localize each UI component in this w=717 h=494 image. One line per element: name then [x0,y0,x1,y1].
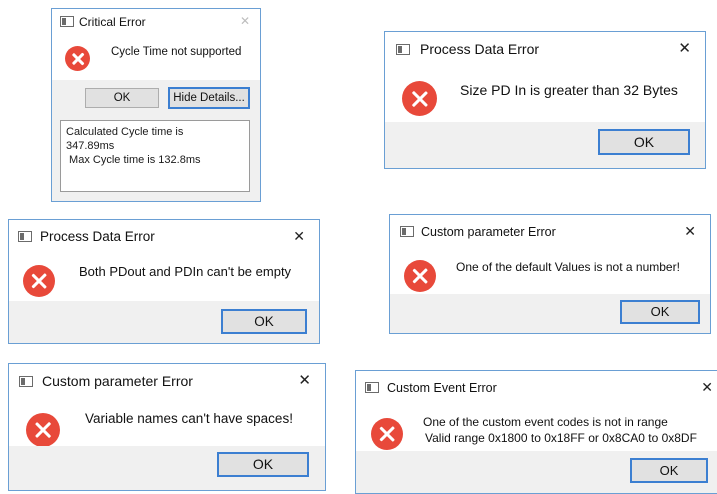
close-icon[interactable]: ✕ [298,373,311,388]
error-message-line-2: Valid range 0x1800 to 0x18FF or 0x8CA0 t… [425,431,697,445]
details-line: Max Cycle time is 132.8ms [66,154,201,166]
close-icon[interactable]: ✕ [240,15,250,27]
error-icon [26,413,60,447]
process-data-error-dialog: Process Data Error ✕ Both PDout and PDIn… [8,219,320,344]
title-bar: Critical Error ✕ [52,9,260,35]
close-icon[interactable]: ✕ [678,41,691,56]
error-message: Cycle Time not supported [111,46,242,58]
error-message: One of the default Values is not a numbe… [456,260,680,274]
critical-error-dialog: Critical Error ✕ Cycle Time not supporte… [51,8,261,202]
message-area: Size PD In is greater than 32 Bytes [385,66,705,124]
error-message: Both PDout and PDIn can't be empty [79,264,292,279]
ok-button[interactable]: OK [221,309,307,334]
ok-button[interactable]: OK [598,129,690,155]
custom-event-error-dialog: Custom Event Error ✕ One of the custom e… [355,370,717,494]
title-bar: Custom parameter Error ✕ [9,364,325,398]
dialog-title: Process Data Error [40,229,155,244]
custom-parameter-error-dialog: Custom parameter Error ✕ One of the defa… [389,214,711,334]
message-area: One of the custom event codes is not in … [356,404,717,451]
error-icon [23,265,55,297]
app-icon [396,44,410,55]
button-bar: OK [385,122,705,168]
ok-button[interactable]: OK [85,88,159,108]
message-area: One of the default Values is not a numbe… [390,248,710,296]
close-icon[interactable]: ✕ [701,380,713,394]
message-area: Both PDout and PDIn can't be empty [9,253,319,303]
process-data-error-dialog: Process Data Error ✕ Size PD In is great… [384,31,706,169]
details-line: 347.89ms [66,140,115,152]
button-bar: OK [390,294,710,333]
ok-button[interactable]: OK [620,300,700,324]
title-bar: Process Data Error ✕ [385,32,705,66]
dialog-title: Critical Error [79,15,146,29]
close-icon[interactable]: ✕ [293,229,305,243]
ok-button[interactable]: OK [217,452,309,477]
title-bar: Process Data Error ✕ [9,220,319,253]
title-bar: Custom parameter Error ✕ [390,215,710,248]
dialog-title: Process Data Error [420,41,540,57]
app-icon [365,382,379,393]
error-icon [402,81,437,116]
error-icon [65,46,90,71]
app-icon [19,376,33,387]
dialog-title: Custom parameter Error [421,225,556,239]
hide-details-button[interactable]: Hide Details... [168,87,250,109]
message-area: Cycle Time not supported [52,35,260,80]
button-bar: OK [9,301,319,343]
dialog-title: Custom parameter Error [42,373,193,389]
ok-button[interactable]: OK [630,458,708,483]
app-icon [400,226,414,237]
app-icon [18,231,32,242]
app-icon [60,16,74,27]
details-textbox[interactable]: Calculated Cycle time is 347.89ms Max Cy… [60,120,250,192]
button-bar: OK [9,446,325,490]
dialog-title: Custom Event Error [387,381,497,395]
error-icon [404,260,436,292]
close-icon[interactable]: ✕ [684,224,696,238]
error-message-line-1: One of the custom event codes is not in … [423,415,668,429]
error-icon [371,418,403,450]
message-area: Variable names can't have spaces! [9,398,325,448]
custom-parameter-error-dialog: Custom parameter Error ✕ Variable names … [8,363,326,491]
details-line: Calculated Cycle time is [66,126,184,138]
title-bar: Custom Event Error ✕ [356,371,717,404]
error-message: Size PD In is greater than 32 Bytes [460,82,678,98]
error-message: Variable names can't have spaces! [85,411,293,426]
button-bar: OK [356,451,717,493]
